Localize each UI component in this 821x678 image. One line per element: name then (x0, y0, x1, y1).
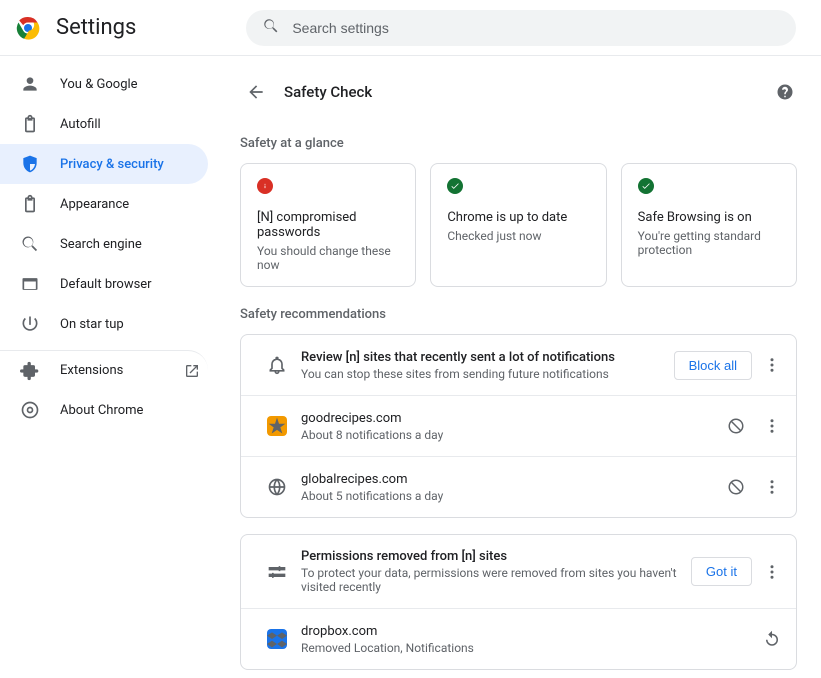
glance-label: Safety at a glance (240, 136, 797, 151)
clipboard-icon (20, 114, 40, 134)
help-button[interactable] (773, 80, 797, 104)
sidebar-item-label: Extensions (60, 363, 123, 378)
glance-card-safe-browsing[interactable]: Safe Browsing is on You're getting stand… (621, 163, 797, 287)
sidebar-item-appearance[interactable]: Appearance (0, 184, 208, 224)
site-detail: Removed Location, Notifications (301, 641, 756, 655)
sidebar-item-extensions[interactable]: Extensions (0, 350, 208, 390)
browser-icon (20, 274, 40, 294)
more-button[interactable] (756, 410, 788, 442)
more-button[interactable] (756, 349, 788, 381)
extension-icon (20, 361, 40, 381)
site-domain: dropbox.com (301, 624, 756, 639)
status-dot-green (638, 178, 654, 194)
card-title: [N] compromised passwords (257, 210, 399, 240)
sidebar-item-label: Autofill (60, 117, 101, 132)
card-title: Chrome is up to date (447, 210, 589, 225)
site-domain: globalrecipes.com (301, 472, 720, 487)
more-button[interactable] (756, 556, 788, 588)
sidebar-item-search-engine[interactable]: Search engine (0, 224, 208, 264)
status-dot-green (447, 178, 463, 194)
chrome-logo-icon (16, 16, 40, 40)
shield-icon (20, 154, 40, 174)
sidebar-item-startup[interactable]: On star tup (0, 304, 208, 344)
block-icon (727, 417, 745, 435)
permissions-header-row: Permissions removed from [n] sites To pr… (241, 535, 796, 608)
block-site-button[interactable] (720, 410, 752, 442)
check-icon (641, 181, 651, 191)
card-title: Safe Browsing is on (638, 210, 780, 225)
sidebar-item-label: Privacy & security (60, 157, 164, 172)
page-title: Safety Check (284, 83, 773, 101)
recs-label: Safety recommendations (240, 307, 797, 322)
block-site-button[interactable] (720, 471, 752, 503)
sidebar-item-label: Default browser (60, 277, 152, 292)
got-it-button[interactable]: Got it (691, 557, 752, 586)
sidebar-item-label: On star tup (60, 317, 124, 332)
arrow-back-icon (246, 82, 266, 102)
block-icon (727, 478, 745, 496)
content: Safety Check Safety at a glance [N] comp… (232, 56, 821, 678)
glance-card-update[interactable]: Chrome is up to date Checked just now (430, 163, 606, 287)
power-icon (20, 314, 40, 334)
search-settings-wrap[interactable] (246, 10, 796, 46)
sidebar-item-label: About Chrome (60, 403, 143, 418)
more-vert-icon (763, 563, 781, 581)
notification-site-row: globalrecipes.com About 5 notifications … (241, 456, 796, 517)
status-dot-red (257, 178, 273, 194)
more-vert-icon (763, 356, 781, 374)
check-icon (450, 181, 460, 191)
glance-cards: [N] compromised passwords You should cha… (240, 163, 797, 287)
globe-icon (267, 477, 287, 497)
more-vert-icon (763, 478, 781, 496)
sidebar-item-about[interactable]: About Chrome (0, 390, 208, 430)
site-domain: goodrecipes.com (301, 411, 720, 426)
sidebar-item-default-browser[interactable]: Default browser (0, 264, 208, 304)
undo-icon (763, 630, 781, 648)
info-icon (260, 181, 270, 191)
row-sub: You can stop these sites from sending fu… (301, 367, 674, 381)
site-star-icon (267, 416, 287, 436)
dropbox-icon (267, 629, 287, 649)
search-icon (20, 234, 40, 254)
app-title: Settings (56, 15, 136, 40)
notification-site-row: goodrecipes.com About 8 notifications a … (241, 395, 796, 456)
chrome-outline-icon (20, 400, 40, 420)
person-icon (20, 74, 40, 94)
clipboard-icon (20, 194, 40, 214)
sidebar-item-label: Appearance (60, 197, 129, 212)
sidebar: You & Google Autofill Privacy & security… (0, 56, 232, 678)
search-input[interactable] (292, 20, 780, 36)
card-sub: You should change these now (257, 244, 399, 272)
help-icon (776, 83, 794, 101)
back-button[interactable] (240, 76, 272, 108)
more-vert-icon (763, 417, 781, 435)
row-title: Review [n] sites that recently sent a lo… (301, 350, 674, 365)
sidebar-item-autofill[interactable]: Autofill (0, 104, 208, 144)
row-title: Permissions removed from [n] sites (301, 549, 691, 564)
search-icon (262, 17, 292, 39)
more-button[interactable] (756, 471, 788, 503)
card-sub: You're getting standard protection (638, 229, 780, 257)
bell-icon (267, 355, 287, 375)
sidebar-item-label: Search engine (60, 237, 142, 252)
undo-button[interactable] (756, 623, 788, 655)
permission-site-row: dropbox.com Removed Location, Notificati… (241, 608, 796, 669)
notifications-panel: Review [n] sites that recently sent a lo… (240, 334, 797, 518)
notifications-header-row: Review [n] sites that recently sent a lo… (241, 335, 796, 395)
open-in-new-icon (184, 363, 200, 379)
row-sub: To protect your data, permissions were r… (301, 566, 691, 594)
glance-card-passwords[interactable]: [N] compromised passwords You should cha… (240, 163, 416, 287)
sidebar-item-you-google[interactable]: You & Google (0, 64, 208, 104)
block-all-button[interactable]: Block all (674, 351, 752, 380)
tune-icon (267, 562, 287, 582)
sidebar-item-privacy[interactable]: Privacy & security (0, 144, 208, 184)
permissions-panel: Permissions removed from [n] sites To pr… (240, 534, 797, 670)
card-sub: Checked just now (447, 229, 589, 243)
site-detail: About 5 notifications a day (301, 489, 720, 503)
sidebar-item-label: You & Google (60, 77, 138, 92)
site-detail: About 8 notifications a day (301, 428, 720, 442)
